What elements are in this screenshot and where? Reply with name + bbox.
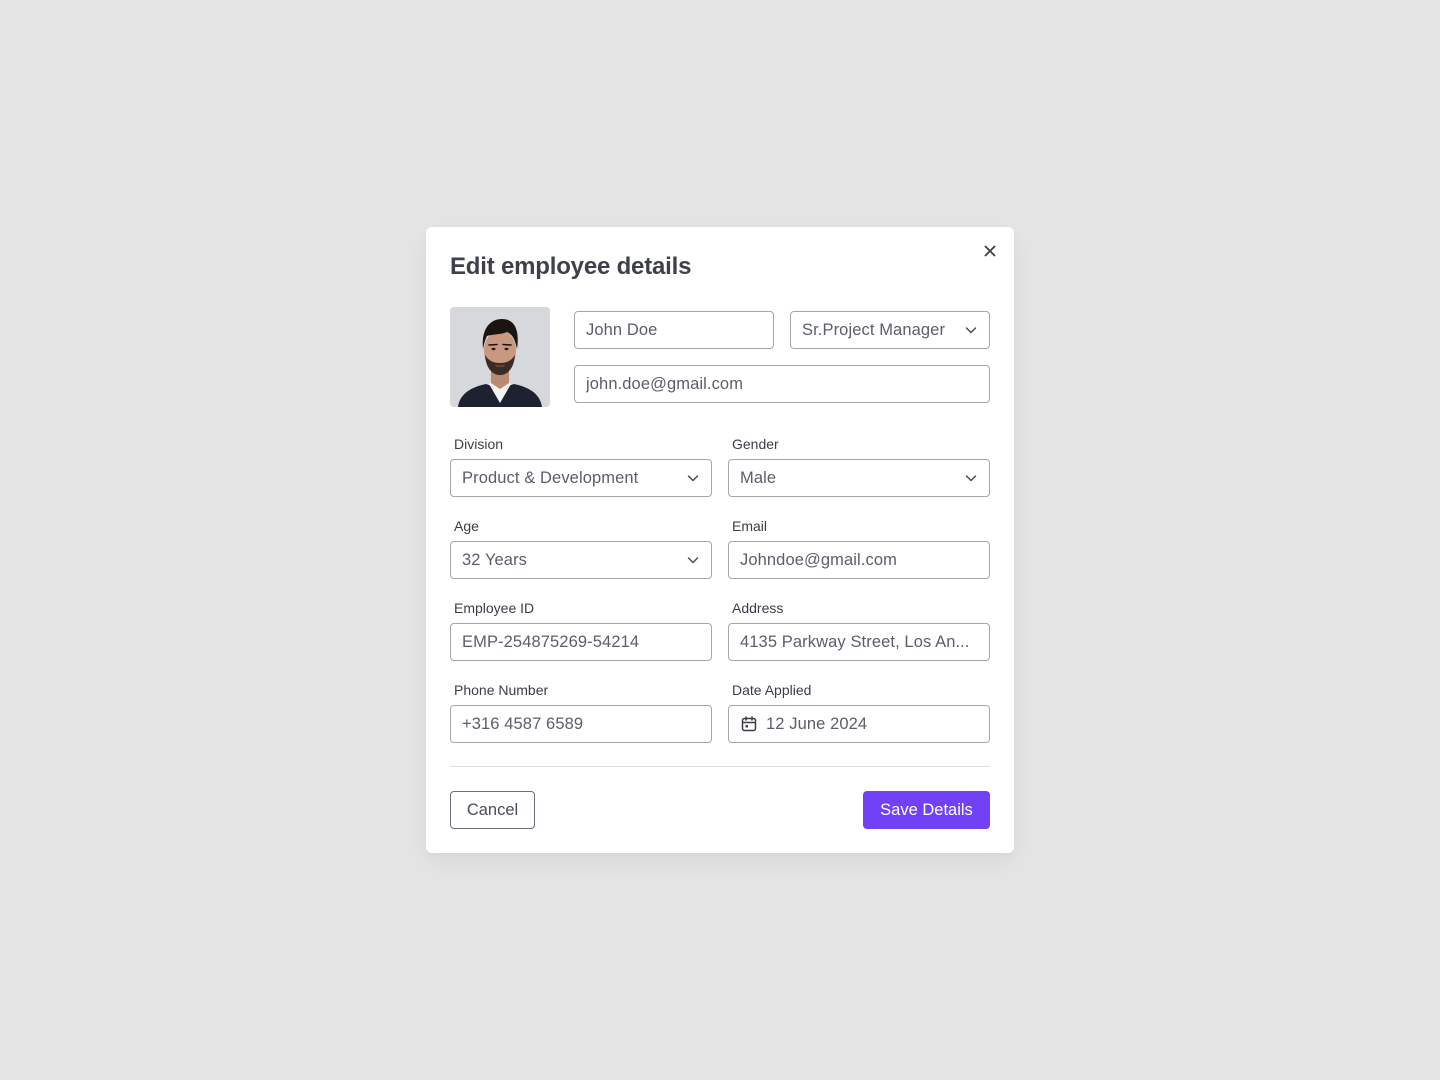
email-field[interactable]: Johndoe@gmail.com bbox=[728, 541, 990, 579]
phone-label: Phone Number bbox=[454, 682, 549, 698]
phone-value: +316 4587 6589 bbox=[462, 714, 584, 733]
employee-photo bbox=[450, 307, 550, 407]
avatar[interactable] bbox=[450, 307, 550, 407]
division-label: Division bbox=[454, 436, 504, 452]
modal-title: Edit employee details bbox=[450, 253, 692, 280]
gender-label: Gender bbox=[732, 436, 779, 452]
division-select[interactable]: Product & Development bbox=[450, 459, 712, 497]
employee-id-label: Employee ID bbox=[454, 600, 535, 616]
age-select[interactable]: 32 Years bbox=[450, 541, 712, 579]
date-applied-label: Date Applied bbox=[732, 682, 812, 698]
address-field[interactable]: 4135 Parkway Street, Los An... bbox=[728, 623, 990, 661]
chevron-down-icon bbox=[686, 471, 700, 485]
divider bbox=[450, 766, 990, 767]
cancel-button[interactable]: Cancel bbox=[450, 791, 535, 829]
employee-id-value: EMP-254875269-54214 bbox=[462, 632, 640, 651]
date-applied-value: 12 June 2024 bbox=[766, 714, 868, 733]
gender-value: Male bbox=[740, 468, 777, 487]
email-value: Johndoe@gmail.com bbox=[740, 550, 897, 569]
address-label: Address bbox=[732, 600, 784, 616]
chevron-down-icon bbox=[964, 323, 978, 337]
gender-select[interactable]: Male bbox=[728, 459, 990, 497]
chevron-down-icon bbox=[964, 471, 978, 485]
chevron-down-icon bbox=[686, 553, 700, 567]
employee-id-field[interactable]: EMP-254875269-54214 bbox=[450, 623, 712, 661]
age-label: Age bbox=[454, 518, 479, 534]
close-button[interactable] bbox=[980, 241, 1000, 261]
role-select[interactable]: Sr.Project Manager bbox=[790, 311, 990, 349]
age-value: 32 Years bbox=[462, 550, 528, 569]
email-label: Email bbox=[732, 518, 768, 534]
role-value: Sr.Project Manager bbox=[802, 320, 946, 339]
name-value: John Doe bbox=[586, 320, 658, 339]
date-applied-field[interactable]: 12 June 2024 bbox=[728, 705, 990, 743]
close-icon bbox=[984, 245, 996, 257]
edit-employee-modal: Edit employee details John Doe Sr.Projec… bbox=[426, 227, 1014, 853]
save-details-button[interactable]: Save Details bbox=[863, 791, 990, 829]
profile-email-field[interactable]: john.doe@gmail.com bbox=[574, 365, 990, 403]
division-value: Product & Development bbox=[462, 468, 639, 487]
profile-email-value: john.doe@gmail.com bbox=[586, 374, 744, 393]
address-value: 4135 Parkway Street, Los An... bbox=[740, 632, 970, 651]
calendar-icon bbox=[740, 715, 758, 733]
phone-field[interactable]: +316 4587 6589 bbox=[450, 705, 712, 743]
name-field[interactable]: John Doe bbox=[574, 311, 774, 349]
